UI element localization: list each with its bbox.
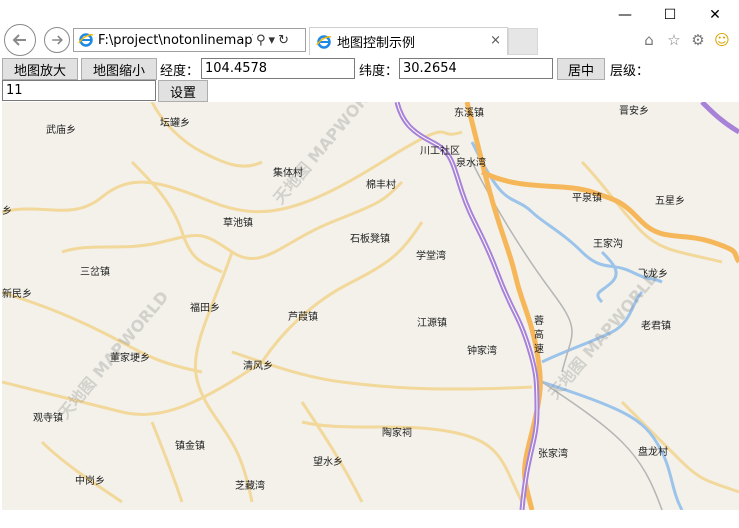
map-place-label: 清风乡 [243,361,273,372]
settings-gear-icon[interactable]: ⚙ [688,30,708,50]
map-place-label: 石板凳镇 [350,234,390,245]
longitude-input[interactable]: 104.4578 [201,58,355,79]
map-place-label: 三岔镇 [80,267,110,278]
map-place-label: 陶家祠 [382,428,412,439]
map-place-label: 东溪镇 [454,108,484,119]
map-place-label: 中岗乡 [75,476,105,487]
map-place-label: 武庙乡 [46,125,76,136]
arrow-left-icon [12,34,26,46]
map-place-label: 王家沟 [593,239,623,250]
zoom-out-button[interactable]: 地图缩小 [81,58,157,80]
chevron-down-icon[interactable]: ▾ [269,33,276,48]
zoom-in-button[interactable]: 地图放大 [2,58,78,80]
smiley-feedback-icon[interactable]: ☺ [712,30,732,50]
map-place-label: 福田乡 [190,303,220,314]
map-place-label: 芦葭镇 [288,312,318,323]
map-place-label: 钟家湾 [467,346,497,357]
map-place-label: 飞龙乡 [638,269,668,280]
map-place-label: 泉水湾 [456,158,486,169]
map-place-label: 川工社区 [420,146,460,157]
map-place-label: 速 [534,344,544,355]
map-place-label: 学堂湾 [416,251,446,262]
map-place-label: 五星乡 [655,196,685,207]
forward-button[interactable] [44,27,70,53]
map-place-label: 棉丰村 [366,180,396,191]
set-level-button[interactable]: 设置 [158,80,208,102]
map-place-label: 观寺镇 [33,413,63,424]
map-place-label: 老君镇 [641,321,671,332]
map-place-label: 晋安乡 [619,106,649,117]
map-place-label: 董家埂乡 [110,353,150,364]
map-place-label: 蓉 [534,316,544,327]
map-canvas[interactable]: 天地图 MAPWORLD 天地图 MAPWORLD 天地图 MAPWORLD 武… [2,102,739,510]
latitude-label: 纬度： [359,64,399,79]
address-bar[interactable]: F:\project\notonlinemap\m ⚲ ▾ ↻ [73,28,306,52]
ie-page-icon [78,33,94,47]
latitude-input[interactable]: 30.2654 [399,58,553,79]
map-place-label: 集体村 [273,168,303,179]
map-controls: 地图放大 地图缩小 经度： 104.4578 纬度： 30.2654 居中 层级… [0,56,739,102]
favorites-star-icon[interactable]: ☆ [664,30,684,50]
longitude-label: 经度： [160,64,200,79]
refresh-icon[interactable]: ↻ [278,33,289,48]
browser-navbar: F:\project\notonlinemap\m ⚲ ▾ ↻ 地图控制示例 ×… [0,24,739,56]
center-button[interactable]: 居中 [557,58,605,80]
map-place-label: 新民乡 [2,289,32,300]
map-place-label: 草池镇 [223,218,253,229]
ie-tab-icon [316,34,332,49]
level-input[interactable]: 11 [2,80,156,101]
map-place-label: 张家湾 [538,449,568,460]
new-tab-button[interactable] [508,28,538,55]
map-place-label: 高 [534,330,544,341]
map-place-label: 盘龙村 [638,447,668,458]
tab-map-control[interactable]: 地图控制示例 × [309,27,508,55]
map-place-label: 芝藏湾 [235,481,265,492]
tab-title: 地图控制示例 [337,36,416,51]
close-tab-icon[interactable]: × [490,33,501,48]
home-icon[interactable]: ⌂ [639,30,659,50]
level-label: 层级： [610,64,650,79]
arrow-right-icon [52,35,63,45]
map-place-label: 平泉镇 [572,193,602,204]
url-text[interactable]: F:\project\notonlinemap\m [98,33,253,48]
map-place-label: 镇金镇 [175,441,205,452]
page-bottom-area [0,510,739,528]
map-place-label: 坛罐乡 [160,118,190,129]
map-place-label: 望水乡 [313,457,343,468]
search-icon[interactable]: ⚲ [256,33,266,48]
back-button[interactable] [4,24,36,56]
map-place-label: 乡 [2,206,12,217]
map-place-label: 江源镇 [417,318,447,329]
